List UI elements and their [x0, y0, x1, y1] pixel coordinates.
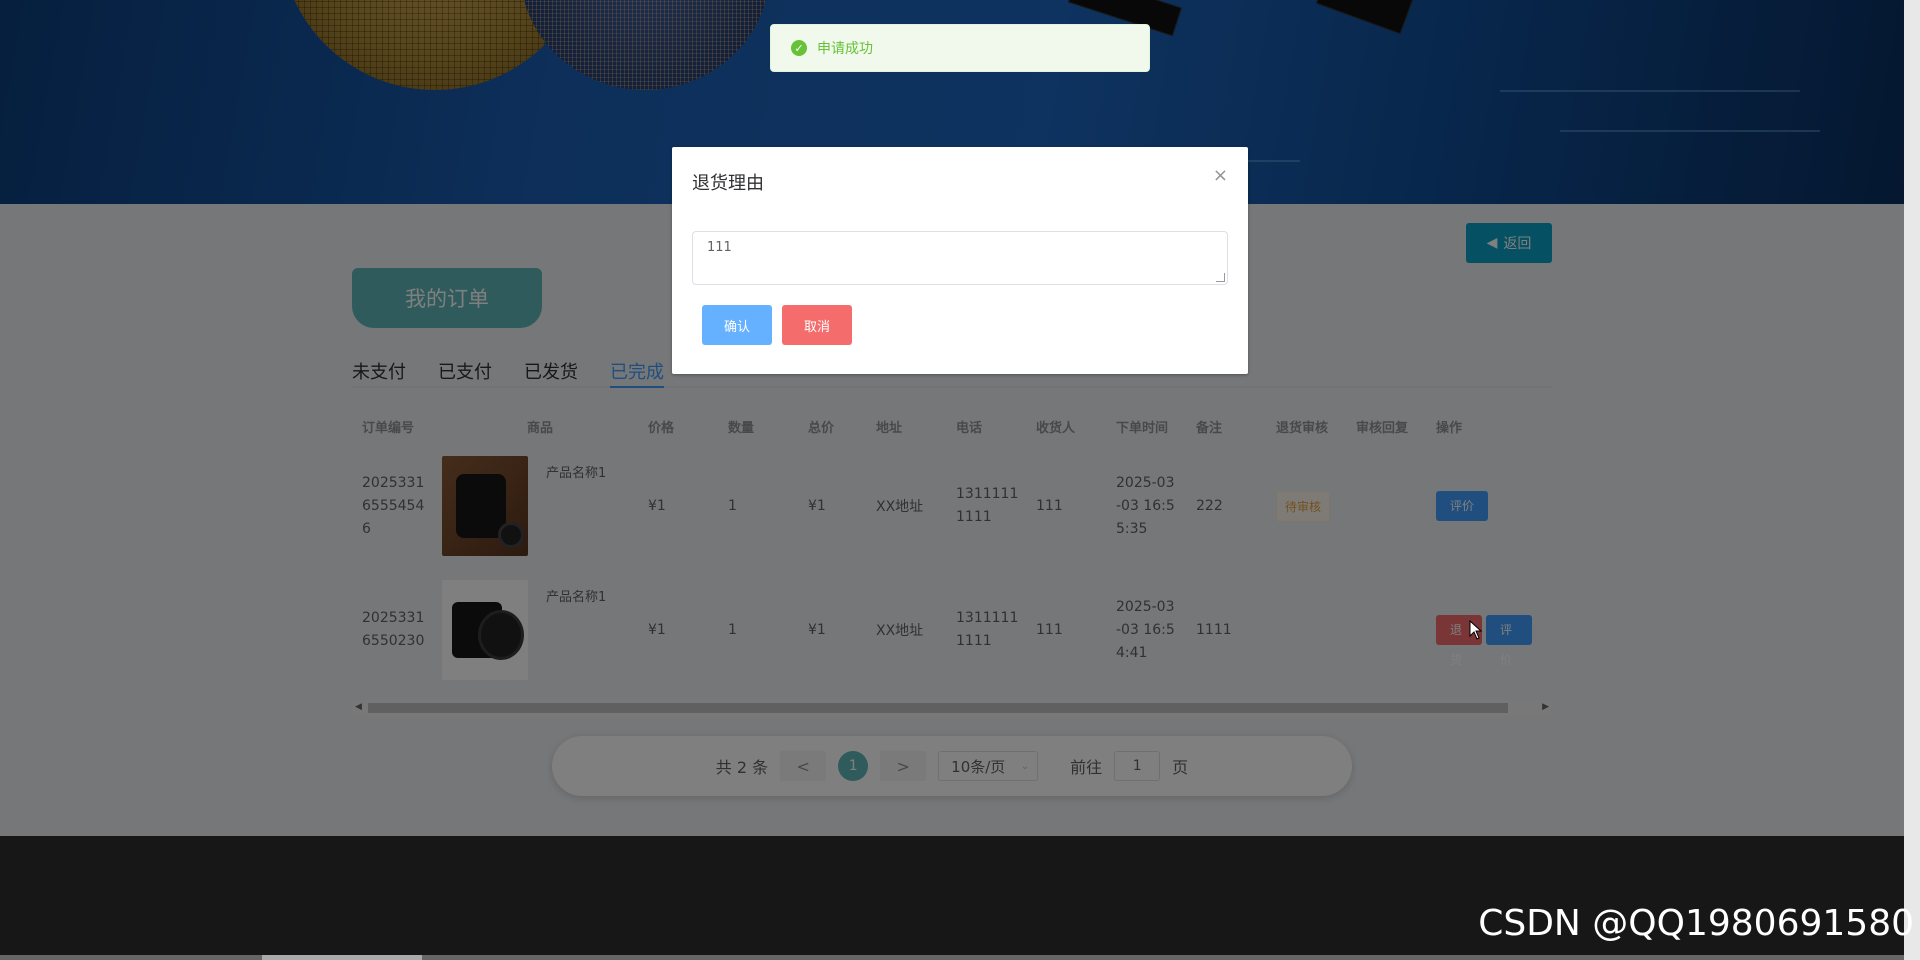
page-horizontal-scrollbar[interactable] [0, 955, 1904, 960]
check-circle-icon: ✓ [791, 40, 807, 56]
return-reason-textarea[interactable]: 111 [692, 231, 1228, 285]
modal-overlay[interactable] [0, 0, 1904, 960]
toast-message: 申请成功 [817, 41, 873, 57]
confirm-button[interactable]: 确认 [702, 305, 772, 345]
success-toast: ✓ 申请成功 [770, 24, 1150, 72]
close-icon[interactable]: × [1213, 165, 1228, 186]
dialog-title: 退货理由 [692, 173, 764, 194]
mouse-cursor-icon [1469, 620, 1483, 640]
watermark: CSDN @QQ1980691580 [1478, 903, 1914, 944]
scrollbar-thumb[interactable] [262, 955, 422, 960]
page-vertical-scrollbar[interactable] [1904, 0, 1920, 960]
return-reason-dialog: 退货理由 × 111 确认 取消 [672, 147, 1248, 374]
cancel-button[interactable]: 取消 [782, 305, 852, 345]
